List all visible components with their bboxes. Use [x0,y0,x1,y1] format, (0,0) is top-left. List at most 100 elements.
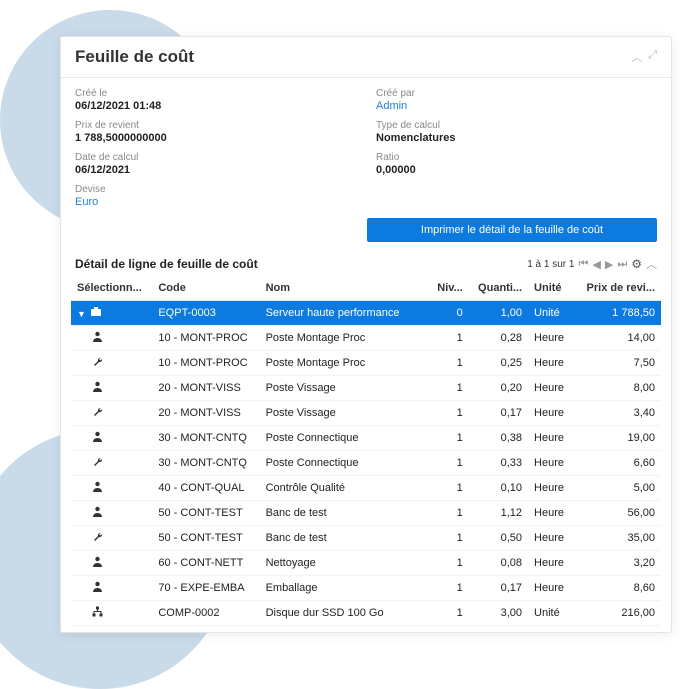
cell-unit: Heure [528,526,576,551]
cell-level: 1 [429,376,469,401]
cell-code: 70 - EXPE-EMBA [152,576,259,601]
col-level[interactable]: Niv... [429,278,469,301]
cell-qty: 0,17 [469,401,528,426]
cell-qty: 0,25 [469,351,528,376]
table-row[interactable]: 10 - MONT-PROCPoste Montage Proc10,28Heu… [71,326,661,351]
col-price[interactable]: Prix de revi... [576,278,661,301]
person-icon [91,431,103,445]
cell-level: 1 [429,526,469,551]
print-detail-button[interactable]: Imprimer le détail de la feuille de coût [367,218,657,242]
col-select[interactable]: Sélectionn... [71,278,152,301]
cell-price: 3,20 [576,551,661,576]
table-row[interactable]: 20 - MONT-VISSPoste Vissage10,20Heure8,0… [71,376,661,401]
cell-unit: Heure [528,326,576,351]
wrench-icon [91,356,103,370]
cell-name: Poste Connectique [260,451,429,476]
table-row[interactable]: ▼EQPT-0003Serveur haute performance01,00… [71,301,661,326]
cell-name: Poste Vissage [260,376,429,401]
cell-level: 1 [429,351,469,376]
cell-code: 30 - MONT-CNTQ [152,451,259,476]
cell-price: 6,60 [576,451,661,476]
cell-price: 8,60 [576,576,661,601]
collapse-icon[interactable]: ︿ [631,49,642,65]
cost-price-label: Prix de revient [75,120,356,131]
person-icon [91,381,103,395]
cell-name: Disque dur SSD 100 Go [260,601,429,626]
cell-code: EQPT-0003 [152,301,259,326]
cell-name: Poste Montage Proc [260,326,429,351]
cell-unit: Unité [528,601,576,626]
table-row[interactable]: 50 - CONT-TESTBanc de test11,12Heure56,0… [71,501,661,526]
cell-unit: Heure [528,401,576,426]
panel-title: Feuille de coût [75,47,194,67]
cell-qty: 3,00 [469,601,528,626]
cell-unit: Heure [528,426,576,451]
cell-qty: 0,50 [469,526,528,551]
cell-qty: 0,17 [469,576,528,601]
calc-type-label: Type de calcul [376,120,657,131]
created-by-value[interactable]: Admin [376,100,657,112]
cost-price-value: 1 788,5000000000 [75,132,356,144]
table-row[interactable]: 10 - MONT-PROCPoste Montage Proc10,25Heu… [71,351,661,376]
currency-value[interactable]: Euro [75,196,356,208]
person-icon [91,481,103,495]
person-icon [91,556,103,570]
ratio-label: Ratio [376,152,657,163]
cell-level: 1 [429,476,469,501]
cell-unit: Heure [528,476,576,501]
cell-name: Nettoyage [260,551,429,576]
cell-name: Emballage [260,576,429,601]
wrench-icon [91,531,103,545]
pager-next-icon[interactable]: ▶ [605,258,613,271]
cell-code: 20 - MONT-VISS [152,401,259,426]
col-code[interactable]: Code [152,278,259,301]
cell-code: 30 - MONT-CNTQ [152,426,259,451]
cell-qty: 0,33 [469,451,528,476]
cell-level: 1 [429,601,469,626]
col-name[interactable]: Nom [260,278,429,301]
cell-code: 40 - CONT-QUAL [152,476,259,501]
cell-qty: 0,08 [469,551,528,576]
table-row[interactable]: 60 - CONT-NETTNettoyage10,08Heure3,20 [71,551,661,576]
table-row[interactable]: 70 - EXPE-EMBAEmballage10,17Heure8,60 [71,576,661,601]
table-row[interactable]: 40 - CONT-QUALContrôle Qualité10,10Heure… [71,476,661,501]
wrench-icon [91,456,103,470]
cell-code: 10 - MONT-PROC [152,326,259,351]
cell-price: 56,00 [576,501,661,526]
pager-text: 1 à 1 sur 1 [527,259,574,270]
cell-unit: Heure [528,501,576,526]
cell-level: 1 [429,326,469,351]
expand-icon[interactable]: ⤢ [648,49,657,65]
pager-last-icon[interactable]: ⏭ [617,258,627,271]
panel-header: Feuille de coût ︿ ⤢ [61,37,671,78]
table-row[interactable]: 30 - MONT-CNTQPoste Connectique10,38Heur… [71,426,661,451]
cell-qty: 0,38 [469,426,528,451]
cell-code: 50 - CONT-TEST [152,501,259,526]
table-row[interactable]: 50 - CONT-TESTBanc de test10,50Heure35,0… [71,526,661,551]
collapse-detail-icon[interactable]: ︿ [646,256,657,272]
detail-table: Sélectionn... Code Nom Niv... Quanti... … [71,278,661,626]
expand-row-icon[interactable]: ▼ [77,309,86,319]
person-icon [91,331,103,345]
col-unit[interactable]: Unité [528,278,576,301]
cell-unit: Unité [528,301,576,326]
cell-price: 8,00 [576,376,661,401]
table-row[interactable]: COMP-0002Disque dur SSD 100 Go13,00Unité… [71,601,661,626]
pager: 1 à 1 sur 1 ⏮ ◀ ▶ ⏭ ⚙ ︿ [527,256,657,272]
pager-first-icon[interactable]: ⏮ [578,258,588,271]
wrench-icon [91,406,103,420]
cell-qty: 0,28 [469,326,528,351]
table-row[interactable]: 30 - MONT-CNTQPoste Connectique10,33Heur… [71,451,661,476]
table-row[interactable]: 20 - MONT-VISSPoste Vissage10,17Heure3,4… [71,401,661,426]
cell-level: 1 [429,401,469,426]
pager-prev-icon[interactable]: ◀ [592,258,600,271]
calc-date-value: 06/12/2021 [75,164,356,176]
cell-unit: Heure [528,351,576,376]
info-grid: Créé le 06/12/2021 01:48 Créé par Admin … [61,78,671,214]
created-on-label: Créé le [75,88,356,99]
cell-unit: Heure [528,576,576,601]
cell-level: 0 [429,301,469,326]
calc-date-label: Date de calcul [75,152,356,163]
col-qty[interactable]: Quanti... [469,278,528,301]
settings-gear-icon[interactable]: ⚙ [631,257,642,271]
